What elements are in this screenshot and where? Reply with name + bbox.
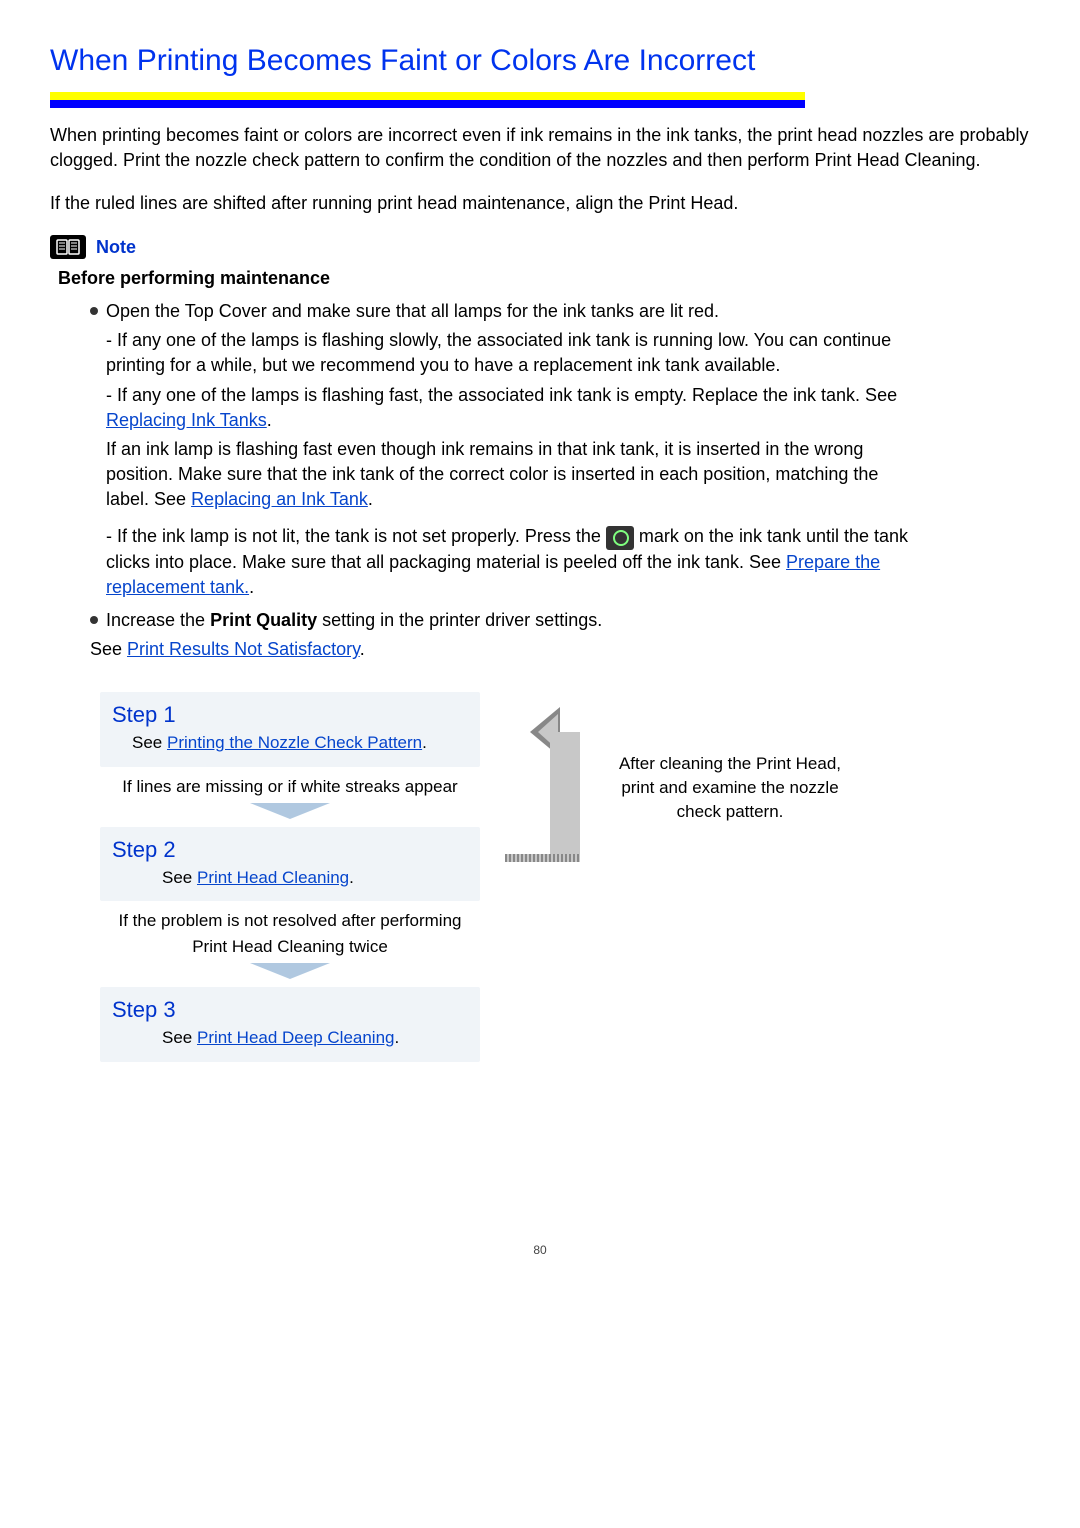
before-maintenance-heading: Before performing maintenance [58, 266, 1030, 291]
loop-arrow-container [490, 692, 600, 1061]
intro-paragraph-1: When printing becomes faint or colors ar… [50, 123, 1030, 173]
bullet1-sub2-post: . [267, 410, 272, 430]
bullet2-bold: Print Quality [210, 610, 317, 630]
step-1-box: Step 1 See Printing the Nozzle Check Pat… [100, 692, 480, 767]
print-head-deep-cleaning-link[interactable]: Print Head Deep Cleaning [197, 1028, 395, 1047]
bullet2-sub-pre: See [90, 639, 127, 659]
step1-post: . [422, 733, 427, 752]
note-header: Note [50, 235, 1030, 260]
bullet1-sub1: - If any one of the lamps is flashing sl… [106, 328, 910, 378]
step-3-title: Step 3 [112, 995, 468, 1026]
print-results-not-satisfactory-link[interactable]: Print Results Not Satisfactory [127, 639, 360, 659]
page-number: 80 [50, 1242, 1030, 1259]
bullet1-main-text: Open the Top Cover and make sure that al… [106, 301, 719, 321]
title-divider [50, 92, 805, 108]
bullet1-sub3-post: . [368, 489, 373, 509]
bullet-item-1: Open the Top Cover and make sure that al… [90, 299, 910, 600]
nozzle-check-pattern-link[interactable]: Printing the Nozzle Check Pattern [167, 733, 422, 752]
bullet1-sub2: - If any one of the lamps is flashing fa… [106, 383, 910, 433]
step2-post: . [349, 868, 354, 887]
flow-text-1: If lines are missing or if white streaks… [100, 775, 480, 799]
step-3-box: Step 3 See Print Head Deep Cleaning. [100, 987, 480, 1062]
arrow-down-icon-2 [250, 963, 330, 979]
loop-description: After cleaning the Print Head, print and… [610, 692, 850, 1061]
print-head-cleaning-link[interactable]: Print Head Cleaning [197, 868, 349, 887]
push-mark-icon [606, 526, 634, 550]
bullet2-sub-post: . [360, 639, 365, 659]
replacing-ink-tanks-link[interactable]: Replacing Ink Tanks [106, 410, 267, 430]
note-icon [50, 235, 86, 259]
flow-text-2b: Print Head Cleaning twice [100, 935, 480, 959]
bullet-item-2: Increase the Print Quality setting in th… [90, 608, 910, 662]
intro-paragraph-2: If the ruled lines are shifted after run… [50, 191, 1030, 216]
note-label: Note [96, 235, 136, 260]
bullet1-sub3: If an ink lamp is flashing fast even tho… [106, 437, 910, 513]
arrow-down-icon-1 [250, 803, 330, 819]
flow-text-2a: If the problem is not resolved after per… [100, 909, 480, 933]
bullet2-sub: See Print Results Not Satisfactory. [90, 637, 910, 662]
replacing-an-ink-tank-link[interactable]: Replacing an Ink Tank [191, 489, 368, 509]
step3-pre: See [162, 1028, 197, 1047]
step-1-title: Step 1 [112, 700, 468, 731]
bullet2-post: setting in the printer driver settings. [317, 610, 602, 630]
bullet1-sub4: - If the ink lamp is not lit, the tank i… [106, 524, 910, 600]
flowchart: Step 1 See Printing the Nozzle Check Pat… [100, 692, 1030, 1061]
bullet1-sub4-post: . [249, 577, 254, 597]
step1-pre: See [132, 733, 167, 752]
bullet1-sub4-pre: - If the ink lamp is not lit, the tank i… [106, 526, 606, 546]
page-title: When Printing Becomes Faint or Colors Ar… [50, 40, 1030, 82]
bullet2-pre: Increase the [106, 610, 210, 630]
step3-post: . [395, 1028, 400, 1047]
step-2-box: Step 2 See Print Head Cleaning. [100, 827, 480, 902]
bullet1-sub2-pre: - If any one of the lamps is flashing fa… [106, 385, 897, 405]
step2-pre: See [162, 868, 197, 887]
step-2-title: Step 2 [112, 835, 468, 866]
